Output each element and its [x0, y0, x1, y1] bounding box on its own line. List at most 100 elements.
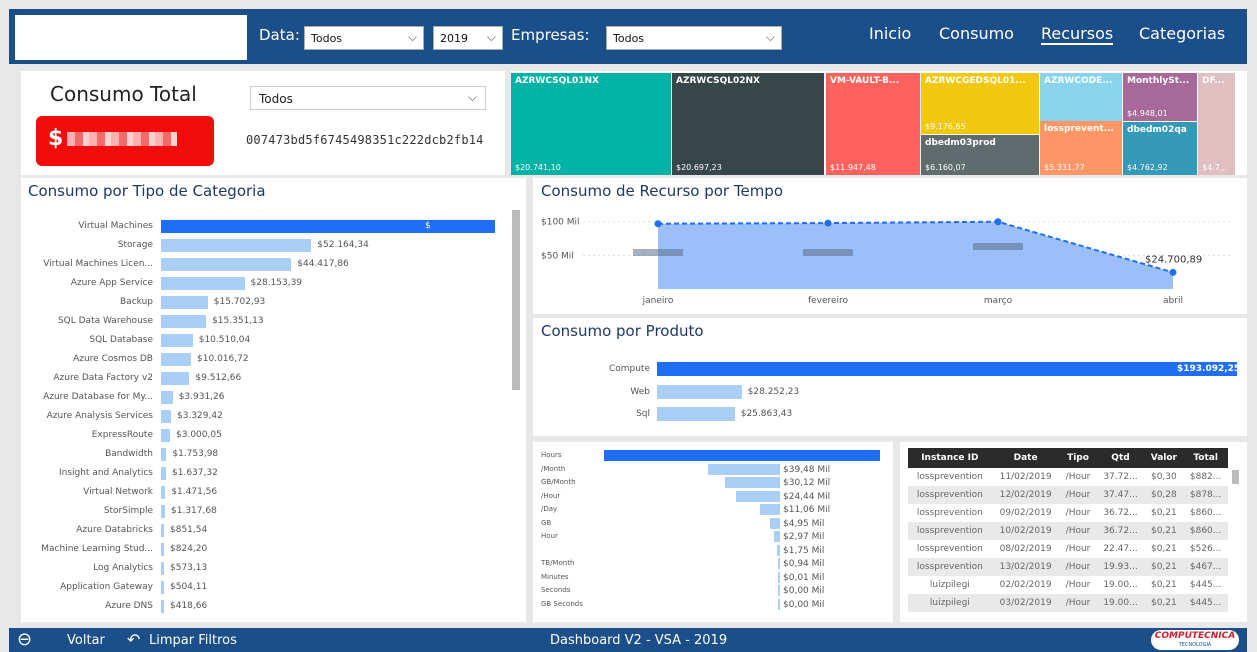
unit-bar[interactable] [778, 585, 780, 596]
category-value: $10.510,04 [198, 335, 251, 345]
column-header[interactable]: Date [991, 448, 1060, 468]
category-bar[interactable] [161, 372, 190, 385]
column-header[interactable]: Qtd [1096, 448, 1145, 468]
category-value: $851,54 [170, 525, 208, 535]
kpi-total-value: $ [36, 116, 214, 166]
table-row[interactable]: lossprevention 11/02/2019/Hour 37.72... $0,… [908, 468, 1228, 486]
unit-bar[interactable] [778, 598, 780, 610]
x-tick-label: abril [1163, 296, 1183, 306]
nav-inicio[interactable]: Inicio [869, 24, 911, 43]
treemap-tile[interactable]: AZRWCSQL01NX $20.741,10 [511, 73, 671, 175]
unit-bar[interactable] [735, 490, 780, 502]
table-row[interactable]: lossprevention 10/02/2019/Hour 36.72... $0,… [908, 522, 1228, 540]
table-row[interactable]: lossprevention 13/02/2019/Hour 19.93... $0,… [908, 558, 1228, 576]
category-value: $824,20 [170, 544, 208, 554]
product-bar[interactable] [657, 362, 1237, 376]
y-tick-label: $100 Mil [541, 218, 580, 228]
unit-bar[interactable] [770, 517, 780, 529]
nav-recursos[interactable]: Recursos [1041, 24, 1114, 45]
unit-bar[interactable] [708, 463, 780, 475]
treemap-tile[interactable]: DF... $4.7... [1198, 73, 1235, 175]
treemap-tile-name: VM-VAULT-B... [830, 76, 900, 86]
scrollbar-thumb[interactable] [512, 210, 520, 390]
column-header[interactable]: Valor [1144, 448, 1184, 468]
category-bar[interactable] [161, 258, 292, 271]
treemap-tile[interactable]: dbedm02qa $4.762,92 [1123, 122, 1197, 175]
column-header[interactable]: Instance ID [908, 448, 992, 468]
category-bar[interactable] [161, 315, 207, 328]
category-bar[interactable] [161, 486, 166, 499]
clear-filters-button[interactable]: Limpar Filtros [149, 633, 237, 648]
category-bar[interactable] [161, 334, 193, 347]
year-select[interactable]: 2019 ⌵ [433, 26, 503, 50]
table-cell: luizpilegi [908, 594, 992, 612]
table-scrollbar[interactable] [1232, 470, 1239, 484]
unit-bar[interactable] [604, 450, 880, 461]
product-label: Sql [636, 409, 650, 419]
category-bar[interactable] [161, 239, 312, 252]
empresas-select[interactable]: Todos ⌵ [606, 26, 782, 50]
brand-name: COMPUTECNICA [1154, 631, 1236, 641]
unit-bar[interactable] [724, 477, 780, 488]
unit-bar[interactable] [778, 571, 780, 583]
product-bar[interactable] [657, 385, 742, 399]
back-arrow-icon[interactable]: ⊖ [17, 629, 32, 650]
nav-consumo[interactable]: Consumo [939, 24, 1014, 43]
category-bar[interactable] [161, 220, 495, 233]
data-select[interactable]: Todos ⌵ [304, 26, 424, 50]
table-row[interactable]: lossprevention 08/02/2019/Hour 22.47... $0,… [908, 540, 1228, 558]
kpi-title: Consumo Total [50, 82, 197, 106]
back-button[interactable]: Voltar [67, 633, 105, 648]
subscription-select[interactable]: Todos ⌵ [250, 86, 486, 110]
unit-bar[interactable] [776, 544, 780, 556]
brand-subtitle: TECNOLOGIA [1178, 642, 1212, 648]
table-row[interactable]: luizpilegi 03/02/2019/Hour 19.00... $0,21 $4… [908, 594, 1228, 612]
table-header-row: Instance ID Date Tipo Qtd Valor Total [908, 448, 1228, 468]
treemap-tile[interactable]: MonthlySt... $4.948,01 [1123, 73, 1197, 121]
category-label: SQL Data Warehouse [57, 316, 153, 326]
category-bar[interactable] [161, 505, 165, 518]
table-cell: $882... [1189, 472, 1222, 482]
category-label: ExpressRoute [91, 430, 153, 440]
nav-categorias[interactable]: Categorias [1139, 24, 1225, 43]
treemap-tile[interactable]: VM-VAULT-B... $11.947,48 [826, 73, 920, 175]
table-row[interactable]: lossprevention 09/02/2019/Hour 36.72... $0,… [908, 504, 1228, 522]
column-header[interactable]: Total [1183, 448, 1228, 468]
category-value: $28.153,39 [250, 278, 303, 288]
category-bar[interactable] [161, 581, 164, 594]
category-bar[interactable] [161, 410, 172, 423]
category-label: Insight and Analytics [58, 468, 153, 478]
footer-title: Dashboard V2 - VSA - 2019 [550, 633, 728, 648]
category-bar[interactable] [161, 277, 245, 290]
x-tick-label: março [984, 296, 1013, 306]
treemap-tile[interactable]: dbedm03prod $6.160,07 [921, 135, 1039, 175]
category-bar[interactable] [161, 562, 164, 575]
table-row[interactable]: lossprevention 12/02/2019/Hour 37.47... $0,… [908, 486, 1228, 504]
treemap-tile[interactable]: AZRWCSQL02NX $20.697,23 [672, 73, 824, 175]
category-bar[interactable] [161, 543, 164, 556]
treemap-tile[interactable]: AZRWCGEDSQL01... $9.176,65 [921, 73, 1039, 134]
category-value: $3.329,42 [177, 411, 223, 421]
category-bar[interactable] [161, 353, 192, 366]
category-bar[interactable] [161, 448, 167, 461]
unit-label: GB Seconds [541, 599, 583, 608]
treemap-tile-value: $20.741,10 [515, 163, 561, 172]
category-bar[interactable] [161, 296, 208, 309]
category-bar[interactable] [161, 391, 173, 404]
table-row[interactable]: luizpilegi 02/02/2019/Hour 19.00... $0,21 $4… [908, 576, 1228, 594]
category-bar[interactable] [161, 524, 164, 537]
unit-bar[interactable] [759, 504, 780, 515]
category-label: Log Analytics [93, 563, 153, 573]
product-label: Web [630, 387, 650, 397]
undo-icon[interactable]: ↶ [127, 630, 140, 649]
category-bar[interactable] [161, 600, 164, 613]
category-bar[interactable] [161, 429, 171, 442]
treemap-tile[interactable]: lossprevent... $5.331,77 [1040, 121, 1122, 175]
unit-bar[interactable] [778, 558, 780, 569]
category-label: Azure Data Factory v2 [53, 373, 153, 383]
product-bar[interactable] [657, 407, 735, 421]
column-header[interactable]: Tipo [1059, 448, 1097, 468]
unit-bar[interactable] [774, 531, 780, 542]
category-bar[interactable] [161, 467, 166, 480]
unit-label: GB [541, 518, 552, 527]
